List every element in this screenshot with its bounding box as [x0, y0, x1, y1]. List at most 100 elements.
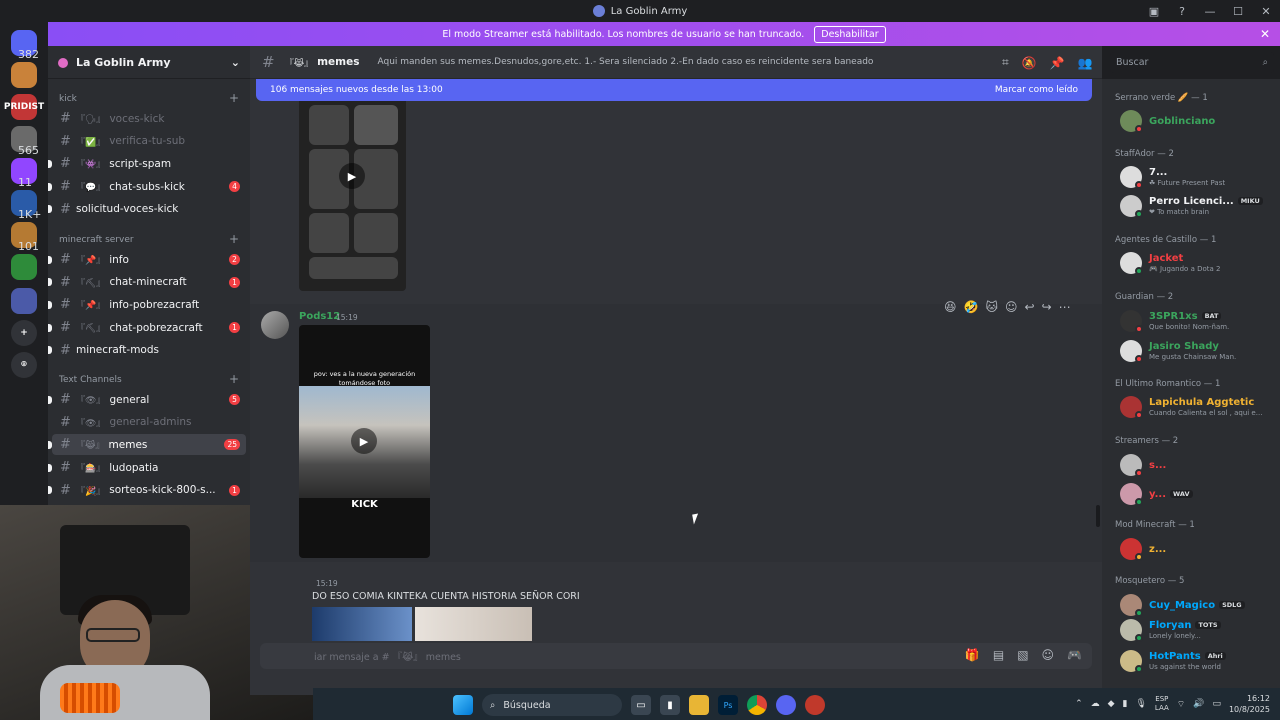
member-item[interactable]: s...: [1120, 454, 1280, 480]
add-server-icon[interactable]: +: [11, 320, 37, 346]
server-icon[interactable]: [11, 254, 37, 280]
new-messages-bar[interactable]: 106 mensajes nuevos desde las 13:00 Marc…: [256, 79, 1092, 101]
emoji-icon[interactable]: ☺: [1042, 648, 1055, 662]
reply-icon[interactable]: ↩: [1025, 300, 1035, 314]
channel-general-admins[interactable]: # 『👁』 general-admins: [52, 412, 246, 433]
channel-voces-kick[interactable]: # 『🗣』 voces-kick: [52, 108, 246, 129]
add-channel-icon[interactable]: +: [229, 232, 239, 246]
avatar[interactable]: [261, 311, 289, 339]
tray-app-icon[interactable]: ◆: [1108, 699, 1115, 709]
window-titlebar: La Goblin Army ▣ ? — ☐ ✕: [0, 0, 1280, 22]
channel-info[interactable]: # 『📌』 info 2: [48, 249, 246, 270]
inbox-icon[interactable]: ▣: [1140, 5, 1168, 18]
member-item[interactable]: HotPants Ahri Us against the world: [1120, 650, 1280, 676]
channel-chat-subs-kick[interactable]: # 『💬』 chat-subs-kick 4: [48, 176, 246, 197]
explore-icon[interactable]: ⌾: [11, 352, 37, 378]
add-channel-icon[interactable]: +: [229, 372, 239, 386]
file-explorer-icon[interactable]: [689, 695, 709, 715]
category-text[interactable]: Text Channels +: [59, 372, 239, 386]
close-banner-icon[interactable]: ✕: [1260, 27, 1270, 41]
mark-as-read-button[interactable]: Marcar como leído: [995, 85, 1078, 95]
server-icon[interactable]: [11, 288, 37, 314]
close-window-button[interactable]: ✕: [1252, 5, 1280, 18]
server-icon[interactable]: PRIDIST: [4, 94, 44, 120]
taskbar-search[interactable]: ⌕ Búsqueda: [482, 694, 622, 716]
start-icon[interactable]: [453, 695, 473, 715]
category-kick[interactable]: kick +: [59, 91, 239, 105]
members-icon[interactable]: 👥: [1078, 56, 1093, 70]
channel-general[interactable]: # 『👁』 general 5: [48, 389, 246, 410]
play-icon[interactable]: ▶: [339, 163, 365, 189]
video-attachment[interactable]: pov: ves a la nueva generación tomándose…: [299, 325, 430, 558]
server-icon[interactable]: [11, 62, 37, 88]
maximize-button[interactable]: ☐: [1224, 5, 1252, 18]
add-channel-icon[interactable]: +: [229, 91, 239, 105]
chevron-up-icon[interactable]: ⌃: [1075, 699, 1083, 709]
battery-icon[interactable]: ▭: [1212, 699, 1221, 709]
member-item[interactable]: z...: [1120, 538, 1280, 564]
more-icon[interactable]: ⋯: [1059, 300, 1071, 314]
emoji-react-icon[interactable]: 😆: [944, 300, 957, 314]
channel-topic[interactable]: Aqui manden sus memes.Desnudos,gore,etc.…: [377, 57, 873, 67]
channel-info-pobrezacraft[interactable]: # 『📌』 info-pobrezacraft: [48, 294, 246, 315]
message-author[interactable]: Pods12: [299, 311, 340, 322]
disable-streamer-button[interactable]: Deshabilitar: [814, 25, 886, 43]
volume-icon[interactable]: 🔊: [1193, 699, 1204, 709]
task-view-icon[interactable]: ▭: [631, 695, 651, 715]
emoji-react-icon[interactable]: 🐱: [985, 300, 998, 314]
wifi-icon[interactable]: ⌔: [1177, 699, 1185, 710]
scrollbar[interactable]: [1096, 505, 1100, 527]
member-item[interactable]: Lapichula Aggtetic Cuando Calienta el sol…: [1120, 396, 1280, 422]
help-icon[interactable]: ?: [1168, 5, 1196, 18]
channel-minecraft-mods[interactable]: # minecraft-mods: [48, 340, 246, 361]
add-reaction-icon[interactable]: ☺: [1005, 300, 1018, 314]
category-minecraft[interactable]: minecraft server +: [59, 232, 239, 246]
photoshop-icon[interactable]: Ps: [718, 695, 738, 715]
member-item[interactable]: Perro Licenci... MIKU ❤ To match brain: [1120, 195, 1280, 221]
image-attachment[interactable]: [312, 607, 412, 641]
member-item[interactable]: 7... ☘ Future Present Past: [1120, 166, 1280, 192]
channel-chat-pobrezacraft[interactable]: # 『⛏』 chat-pobrezacraft 1: [48, 317, 246, 338]
minimize-button[interactable]: —: [1196, 5, 1224, 18]
member-item[interactable]: Cuy_Magico SDLG: [1120, 594, 1280, 620]
member-item[interactable]: Goblinciano: [1120, 110, 1280, 136]
channel-memes[interactable]: # 『😹』 memes 25: [48, 434, 246, 456]
member-name: Cuy_Magico SDLG: [1149, 600, 1245, 611]
sticker-icon[interactable]: ▧: [1017, 648, 1028, 662]
gif-icon[interactable]: ▤: [993, 648, 1004, 662]
unread-badge: 25: [224, 439, 240, 451]
apps-icon[interactable]: 🎮: [1067, 648, 1082, 662]
channel-ludopatia[interactable]: # 『🎰』 ludopatia: [48, 457, 246, 478]
language-indicator[interactable]: ESP LAA: [1155, 695, 1169, 713]
chrome-icon[interactable]: [747, 695, 767, 715]
search-input[interactable]: Buscar ⌕: [1110, 52, 1274, 73]
image-attachment[interactable]: ▶: [299, 101, 406, 291]
discord-icon[interactable]: [776, 695, 796, 715]
member-item[interactable]: Jasiro Shady Me gusta Chainsaw Man.: [1120, 340, 1280, 366]
network-icon[interactable]: ▮: [1123, 699, 1128, 709]
member-item[interactable]: y... WAV: [1120, 483, 1280, 509]
member-item[interactable]: Floryan TOTS Lonely lonely...: [1120, 619, 1280, 645]
forward-icon[interactable]: ↪: [1042, 300, 1052, 314]
gift-icon[interactable]: 🎁: [965, 648, 980, 662]
channel-chat-minecraft[interactable]: # 『⛏』 chat-minecraft 1: [48, 272, 246, 293]
bell-muted-icon[interactable]: 🔕: [1022, 56, 1037, 70]
clock[interactable]: 16:12 10/8/2025: [1229, 693, 1270, 715]
play-icon[interactable]: ▶: [351, 428, 377, 454]
emoji-react-icon[interactable]: 🤣: [964, 300, 979, 314]
image-attachment[interactable]: [415, 607, 532, 641]
app-icon[interactable]: ▮: [660, 695, 680, 715]
member-item[interactable]: Jacket 🎮 Jugando a Dota 2: [1120, 252, 1280, 278]
channel-sorteos-kick-800-s-[interactable]: # 『🎉』 sorteos-kick-800-s... 1: [48, 480, 246, 501]
windows-taskbar: ⌕ Búsqueda ▭ ▮ Ps ⌃ ☁ ◆ ▮ 🎙 ESP LAA ⌔ 🔊 ▭ …: [313, 688, 1280, 720]
pin-icon[interactable]: 📌: [1050, 56, 1065, 70]
app-icon[interactable]: [805, 695, 825, 715]
member-item[interactable]: 3SPR1xs BAT Que bonito! Nom-ñam.: [1120, 310, 1280, 336]
channel-solicitud-voces-kick[interactable]: # solicitud-voces-kick: [48, 199, 246, 220]
cloud-icon[interactable]: ☁: [1091, 699, 1100, 709]
mic-icon[interactable]: 🎙: [1135, 699, 1146, 709]
threads-icon[interactable]: ⌗: [1002, 55, 1009, 70]
channel-verifica-tu-sub[interactable]: # 『✅』 verifica-tu-sub: [52, 131, 246, 152]
channel-script-spam[interactable]: # 『👾』 script-spam: [48, 153, 246, 174]
guild-header[interactable]: La Goblin Army ⌄: [48, 46, 250, 79]
